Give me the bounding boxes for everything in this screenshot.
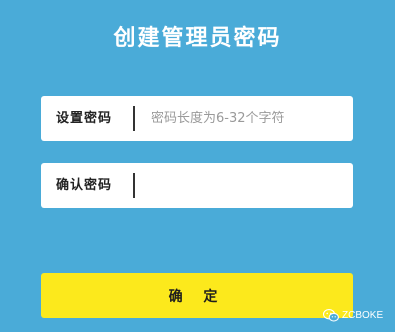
password-label: 设置密码 — [56, 111, 113, 126]
watermark: ZCBOKE — [323, 308, 383, 322]
wechat-icon — [323, 308, 339, 322]
page-title: 创建管理员密码 — [113, 25, 282, 51]
confirm-button[interactable]: 确 定 — [41, 273, 353, 318]
confirm-password-field[interactable]: 确认密码 — [41, 163, 356, 208]
password-input[interactable] — [133, 106, 356, 131]
confirm-password-label: 确认密码 — [56, 178, 113, 193]
password-field[interactable]: 设置密码 — [41, 96, 356, 141]
watermark-text: ZCBOKE — [342, 309, 384, 321]
confirm-password-input[interactable] — [133, 173, 356, 198]
